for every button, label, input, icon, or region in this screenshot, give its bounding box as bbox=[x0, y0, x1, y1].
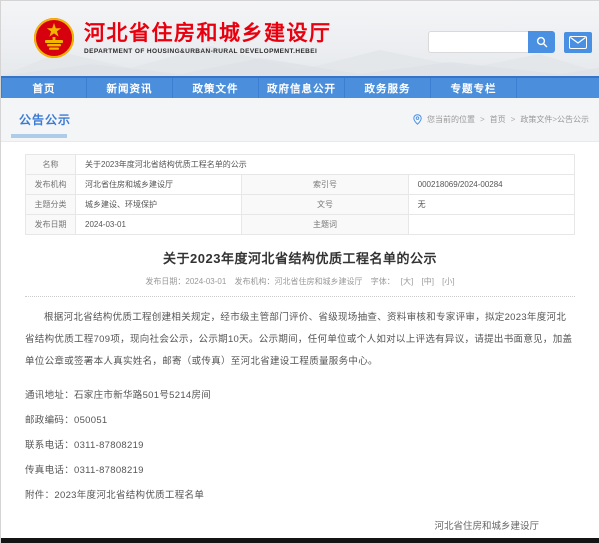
logo-row: 河北省住房和城乡建设厅 DEPARTMENT OF HOUSING&URBAN-… bbox=[33, 17, 332, 59]
attachment-link[interactable]: 附件：2023年度河北省结构优质工程名单 bbox=[25, 483, 575, 508]
search-icon bbox=[536, 36, 548, 48]
info-value-topic-category: 城乡建设、环境保护 bbox=[76, 195, 242, 215]
nav-item-policy-documents[interactable]: 政策文件 bbox=[173, 78, 259, 98]
breadcrumb-item-home[interactable]: 首页 bbox=[490, 114, 506, 125]
signature-org: 河北省住房和城乡建设厅 bbox=[25, 518, 539, 532]
article-meta: 发布日期：2024-03-01 发布机构：河北省住房和城乡建设厅 字体：[大] … bbox=[25, 276, 575, 287]
search-input[interactable] bbox=[428, 31, 528, 53]
search-area bbox=[428, 31, 592, 53]
table-row: 发布日期 2024-03-01 主题词 bbox=[26, 215, 575, 235]
table-row: 发布机构 河北省住房和城乡建设厅 索引号 000218069/2024-0028… bbox=[26, 175, 575, 195]
breadcrumb-item-policy-documents[interactable]: 政策文件 bbox=[520, 114, 552, 125]
breadcrumb-location-label: 您当前的位置 bbox=[427, 114, 475, 125]
info-value-document-number: 无 bbox=[408, 195, 574, 215]
breadcrumb-bar: 公告公示 您当前的位置 > 首页 > 政策文件 > 公告公示 bbox=[1, 98, 599, 142]
info-label-index-number: 索引号 bbox=[242, 175, 408, 195]
breadcrumb-item-announcements[interactable]: 公告公示 bbox=[557, 114, 589, 125]
site-header: 河北省住房和城乡建设厅 DEPARTMENT OF HOUSING&URBAN-… bbox=[1, 1, 599, 76]
footer-edge bbox=[1, 538, 599, 543]
national-emblem-icon bbox=[33, 17, 75, 59]
font-size-large-button[interactable]: [大] bbox=[401, 277, 413, 286]
nav-item-gov-info-disclosure[interactable]: 政府信息公开 bbox=[259, 78, 345, 98]
article-title: 关于2023年度河北省结构优质工程名单的公示 bbox=[25, 248, 575, 267]
info-value-publish-date: 2024-03-01 bbox=[76, 215, 242, 235]
content-area: 名称 关于2023年度河北省结构优质工程名单的公示 发布机构 河北省住房和城乡建… bbox=[1, 142, 599, 544]
publisher-text: 发布机构：河北省住房和城乡建设厅 bbox=[235, 277, 363, 286]
site-subtitle: DEPARTMENT OF HOUSING&URBAN-RURAL DEVELO… bbox=[84, 48, 332, 55]
font-size-small-button[interactable]: [小] bbox=[442, 277, 454, 286]
contact-fax: 传真电话：0311-87808219 bbox=[25, 458, 575, 483]
contact-phone: 联系电话：0311-87808219 bbox=[25, 433, 575, 458]
publish-date-text: 发布日期：2024-03-01 bbox=[145, 277, 226, 286]
nav-item-gov-services[interactable]: 政务服务 bbox=[345, 78, 431, 98]
info-label-keywords: 主题词 bbox=[242, 215, 408, 235]
contact-info: 通讯地址：石家庄市新华路501号5214房间 邮政编码：050051 联系电话：… bbox=[25, 383, 575, 508]
contact-address: 通讯地址：石家庄市新华路501号5214房间 bbox=[25, 383, 575, 408]
article-body: 根据河北省结构优质工程创建相关规定，经市级主管部门评价、省级现场抽查、资料审核和… bbox=[25, 307, 575, 373]
nav-item-news[interactable]: 新闻资讯 bbox=[87, 78, 173, 98]
info-label-name: 名称 bbox=[26, 155, 76, 175]
info-label-topic-category: 主题分类 bbox=[26, 195, 76, 215]
search-button[interactable] bbox=[528, 31, 555, 53]
tab-announcements[interactable]: 公告公示 bbox=[19, 111, 71, 128]
info-value-name: 关于2023年度河北省结构优质工程名单的公示 bbox=[76, 155, 575, 175]
info-label-publish-date: 发布日期 bbox=[26, 215, 76, 235]
envelope-icon bbox=[569, 36, 587, 49]
info-label-publisher: 发布机构 bbox=[26, 175, 76, 195]
font-size-medium-button[interactable]: [中] bbox=[421, 277, 433, 286]
table-row: 名称 关于2023年度河北省结构优质工程名单的公示 bbox=[26, 155, 575, 175]
location-pin-icon bbox=[413, 114, 422, 125]
info-value-publisher: 河北省住房和城乡建设厅 bbox=[76, 175, 242, 195]
nav-item-special-topics[interactable]: 专题专栏 bbox=[431, 78, 517, 98]
contact-postal-code: 邮政编码：050051 bbox=[25, 408, 575, 433]
breadcrumb-separator: > bbox=[511, 115, 516, 124]
tab-underline bbox=[11, 134, 67, 138]
breadcrumb: 您当前的位置 > 首页 > 政策文件 > 公告公示 bbox=[413, 114, 589, 125]
divider bbox=[25, 296, 575, 297]
info-label-document-number: 文号 bbox=[242, 195, 408, 215]
table-row: 主题分类 城乡建设、环境保护 文号 无 bbox=[26, 195, 575, 215]
main-nav: 首页 新闻资讯 政策文件 政府信息公开 政务服务 专题专栏 bbox=[1, 76, 599, 98]
nav-item-home[interactable]: 首页 bbox=[1, 78, 87, 98]
mail-button[interactable] bbox=[564, 32, 592, 53]
info-value-keywords bbox=[408, 215, 574, 235]
title-block: 河北省住房和城乡建设厅 DEPARTMENT OF HOUSING&URBAN-… bbox=[84, 22, 332, 55]
document-info-table: 名称 关于2023年度河北省结构优质工程名单的公示 发布机构 河北省住房和城乡建… bbox=[25, 154, 575, 235]
font-size-label: 字体： bbox=[371, 277, 395, 286]
site-title: 河北省住房和城乡建设厅 bbox=[84, 22, 332, 45]
breadcrumb-separator: > bbox=[480, 115, 485, 124]
page: 河北省住房和城乡建设厅 DEPARTMENT OF HOUSING&URBAN-… bbox=[0, 0, 600, 544]
info-value-index-number: 000218069/2024-00284 bbox=[408, 175, 574, 195]
